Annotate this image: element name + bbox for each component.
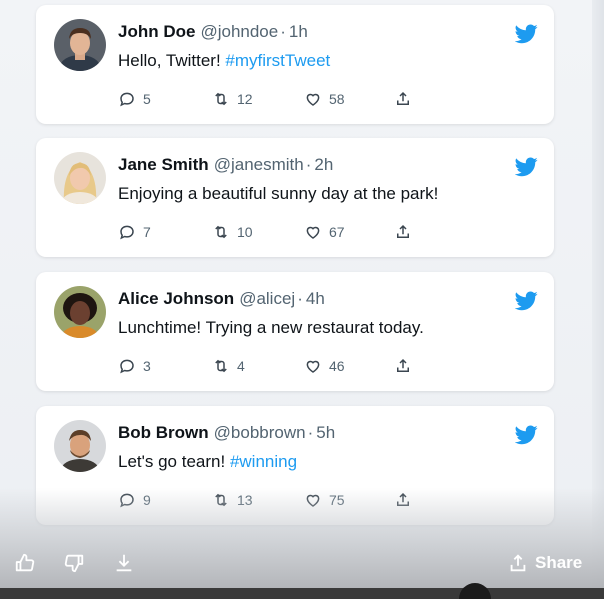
avatar[interactable] bbox=[54, 286, 106, 338]
like-icon bbox=[306, 360, 320, 373]
tweet-time: 4h bbox=[295, 289, 325, 308]
share-tweet-button[interactable] bbox=[394, 222, 419, 242]
download-icon bbox=[116, 554, 132, 572]
share-icon bbox=[510, 554, 526, 572]
download-button[interactable] bbox=[113, 552, 135, 574]
reply-button[interactable]: 7 bbox=[118, 222, 151, 242]
like-button[interactable]: 67 bbox=[304, 222, 345, 242]
tweet-body: Let's go tearn! bbox=[118, 452, 230, 471]
avatar[interactable] bbox=[54, 19, 106, 71]
share-tweet-button[interactable] bbox=[394, 356, 419, 376]
retweet-count: 4 bbox=[237, 358, 245, 374]
thumbs-down-icon bbox=[64, 554, 84, 573]
tweet-time: 5h bbox=[306, 423, 336, 442]
tweet-header: Jane Smith @janesmith2h bbox=[118, 155, 333, 175]
twitter-bird-icon bbox=[515, 157, 538, 177]
like-count: 58 bbox=[329, 91, 345, 107]
reply-icon bbox=[120, 225, 134, 240]
tweet-card[interactable]: John Doe @johndoe1h Hello, Twitter! #myfi… bbox=[36, 5, 554, 124]
share-icon bbox=[397, 358, 409, 372]
avatar[interactable] bbox=[54, 152, 106, 204]
page: John Doe @johndoe1h Hello, Twitter! #myfi… bbox=[0, 0, 604, 599]
hashtag-link[interactable]: #myfirstTweet bbox=[225, 51, 330, 70]
like-button[interactable]: 58 bbox=[304, 89, 345, 109]
thumbs-up-button[interactable] bbox=[14, 552, 36, 574]
tweet-text: Let's go tearn! #winning bbox=[118, 452, 297, 472]
hashtag-link[interactable]: #winning bbox=[230, 452, 297, 471]
tweet-time: 1h bbox=[278, 22, 308, 41]
retweet-icon bbox=[215, 225, 227, 239]
tweet-text: Lunchtime! Trying a new restaurat today. bbox=[118, 318, 424, 338]
share-button[interactable]: Share bbox=[507, 552, 582, 574]
tweet-actions: 3 4 46 bbox=[118, 356, 418, 376]
retweet-button[interactable]: 10 bbox=[212, 222, 253, 242]
bottom-strip bbox=[0, 588, 604, 599]
tweet-body: Hello, Twitter! bbox=[118, 51, 226, 70]
tweet-body: Lunchtime! Trying a new restaurat today. bbox=[118, 318, 424, 337]
like-count: 67 bbox=[329, 224, 345, 240]
tweet-header: John Doe @johndoe1h bbox=[118, 22, 308, 42]
thumbs-down-button[interactable] bbox=[63, 552, 85, 574]
tweet-text: Hello, Twitter! #myfirstTweet bbox=[118, 51, 330, 71]
tweet-card[interactable]: Alice Johnson @alicej4h Lunchtime! Trying… bbox=[36, 272, 554, 391]
thumbs-up-icon bbox=[15, 553, 35, 572]
tweet-text: Enjoying a beautiful sunny day at the pa… bbox=[118, 184, 438, 204]
like-icon bbox=[306, 93, 320, 106]
tweet-card[interactable]: Jane Smith @janesmith2h Enjoying a beauti… bbox=[36, 138, 554, 257]
author-name[interactable]: Jane Smith bbox=[118, 155, 209, 174]
retweet-icon bbox=[215, 92, 227, 106]
twitter-bird-icon bbox=[515, 24, 538, 44]
retweet-button[interactable]: 12 bbox=[212, 89, 253, 109]
author-handle[interactable]: @janesmith bbox=[214, 155, 304, 174]
tweet-header: Alice Johnson @alicej4h bbox=[118, 289, 325, 309]
twitter-bird-icon bbox=[515, 291, 538, 311]
tweet-time: 2h bbox=[304, 155, 334, 174]
retweet-count: 10 bbox=[237, 224, 253, 240]
author-name[interactable]: Alice Johnson bbox=[118, 289, 234, 308]
reply-icon bbox=[120, 359, 134, 374]
twitter-bird-icon bbox=[515, 425, 538, 445]
reply-button[interactable]: 3 bbox=[118, 356, 151, 376]
author-name[interactable]: John Doe bbox=[118, 22, 195, 41]
share-label: Share bbox=[535, 553, 583, 572]
reply-count: 3 bbox=[143, 358, 151, 374]
like-icon bbox=[306, 226, 320, 239]
share-icon bbox=[397, 224, 409, 238]
reply-icon bbox=[120, 92, 134, 107]
retweet-button[interactable]: 4 bbox=[212, 356, 245, 376]
tweet-actions: 5 12 58 bbox=[118, 89, 418, 109]
share-icon bbox=[397, 91, 409, 105]
tweet-body: Enjoying a beautiful sunny day at the pa… bbox=[118, 184, 439, 203]
reply-button[interactable]: 5 bbox=[118, 89, 151, 109]
like-count: 46 bbox=[329, 358, 345, 374]
reply-count: 7 bbox=[143, 224, 151, 240]
bottom-toolbar: Share bbox=[0, 540, 604, 588]
avatar[interactable] bbox=[54, 420, 106, 472]
author-handle[interactable]: @johndoe bbox=[200, 22, 278, 41]
retweet-count: 12 bbox=[237, 91, 253, 107]
retweet-icon bbox=[215, 359, 227, 373]
share-tweet-button[interactable] bbox=[394, 89, 419, 109]
author-handle[interactable]: @bobbrown bbox=[214, 423, 306, 442]
reply-count: 5 bbox=[143, 91, 151, 107]
tweet-actions: 7 10 67 bbox=[118, 222, 418, 242]
author-handle[interactable]: @alicej bbox=[239, 289, 295, 308]
like-button[interactable]: 46 bbox=[304, 356, 345, 376]
tweet-header: Bob Brown @bobbrown5h bbox=[118, 423, 335, 443]
author-name[interactable]: Bob Brown bbox=[118, 423, 209, 442]
